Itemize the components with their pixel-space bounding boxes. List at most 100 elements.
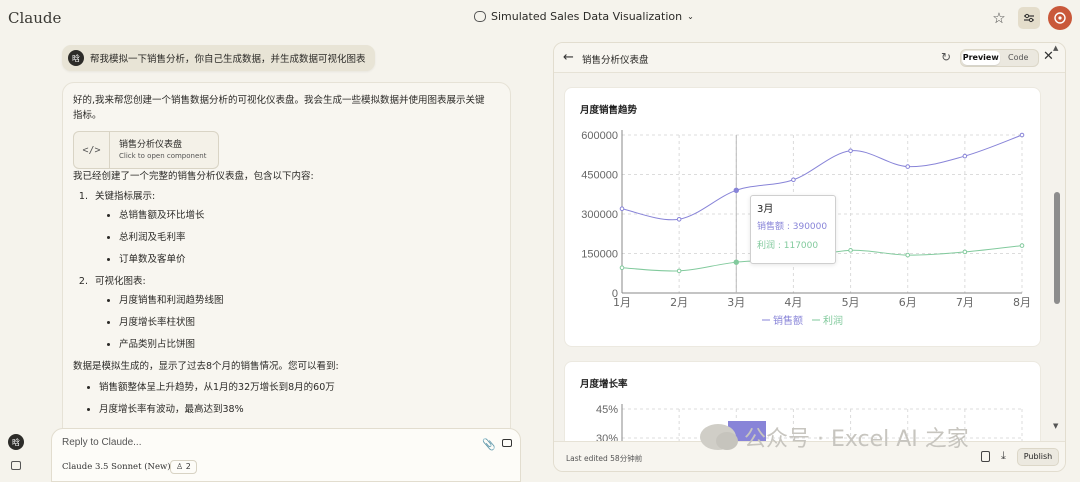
x-tick-label: 4月 xyxy=(784,296,802,309)
list-item: 月度增长率柱状图 xyxy=(119,315,500,330)
data-point xyxy=(733,187,739,194)
panel-footer: Last edited 58分钟前 ⤓ Publish xyxy=(554,441,1065,471)
star-icon[interactable]: ☆ xyxy=(988,7,1010,29)
settings-button[interactable] xyxy=(1018,7,1040,29)
data-point xyxy=(619,206,625,212)
artifact-title: 销售分析仪表盘 xyxy=(119,139,183,150)
artifact-subtitle: Click to open component xyxy=(119,151,207,160)
bar-chart: 45% 30% xyxy=(596,404,1023,441)
avatar[interactable]: 晗 xyxy=(8,434,24,450)
scrollbar[interactable]: ▲ ▼ xyxy=(1053,42,1061,430)
x-tick-label: 8月 xyxy=(1013,296,1031,309)
brand-logo[interactable]: Claude xyxy=(8,9,61,27)
x-tick-label: 7月 xyxy=(956,296,974,309)
assistant-summary: 我已经创建了一个完整的销售分析仪表盘，包含以下内容: xyxy=(73,171,314,182)
list-item: 销售额整体呈上升趋势，从1月的32万增长到8月的60万 xyxy=(99,380,500,395)
data-point xyxy=(619,265,625,271)
tooltip-label: 3月 xyxy=(757,204,774,215)
sliders-icon xyxy=(1024,13,1034,23)
y-tick-label: 30% xyxy=(596,433,618,441)
legend-label: 利润 xyxy=(823,314,843,327)
scroll-down-icon[interactable]: ▼ xyxy=(1053,422,1058,430)
panel-header: ← 销售分析仪表盘 ↻ Preview Code ✕ xyxy=(554,43,1065,73)
user-message-text: 帮我模拟一下销售分析，你自己生成数据，并生成数据可视化图表 xyxy=(90,54,366,65)
paperclip-icon[interactable]: 📎 xyxy=(482,438,496,451)
person-icon: ♙ xyxy=(176,462,184,471)
tooltip-profit: 利润 : 117000 xyxy=(757,241,819,251)
list-item: 总利润及毛利率 xyxy=(119,230,500,245)
data-point xyxy=(1019,243,1025,248)
download-icon[interactable]: ⤓ xyxy=(1001,449,1006,463)
avatar: 晗 xyxy=(68,50,84,66)
x-tick-label: 2月 xyxy=(670,296,688,309)
data-note: 数据是模拟生成的，显示了过去8个月的销售情况。您可以看到: xyxy=(73,361,339,372)
x-tick-label: 5月 xyxy=(842,296,860,309)
scroll-up-icon[interactable]: ▲ xyxy=(1053,44,1058,52)
sections-list: 关键指标展示: 总销售额及环比增长 总利润及毛利率 订单数及客单价 可视化图表:… xyxy=(73,189,500,352)
camera-icon[interactable] xyxy=(502,439,512,447)
conversation-title-text: Simulated Sales Data Visualization xyxy=(491,10,683,23)
list-item: 产品类别占比饼图 xyxy=(119,337,500,352)
style-badge[interactable]: ♙ 2 xyxy=(170,460,197,474)
data-point xyxy=(676,268,682,274)
list-item: 关键指标展示: 总销售额及环比增长 总利润及毛利率 订单数及客单价 xyxy=(91,189,500,267)
list-item: 订单数及客单价 xyxy=(119,252,500,267)
y-tick-label: 450000 xyxy=(581,170,618,182)
artifact-card[interactable]: </> 销售分析仪表盘 Click to open component xyxy=(73,131,219,169)
tab-code[interactable]: Code xyxy=(1000,51,1038,65)
data-point xyxy=(1019,132,1025,138)
chat-icon xyxy=(474,11,486,22)
x-tick-label: 1月 xyxy=(613,296,631,309)
refresh-icon[interactable]: ↻ xyxy=(941,50,951,64)
y-tick-label: 45% xyxy=(596,404,618,416)
chart-tooltip: 3月 销售额 : 390000 利润 : 117000 xyxy=(750,195,836,264)
model-selector[interactable]: Claude 3.5 Sonnet (New) xyxy=(62,462,171,472)
section-title: 可视化图表: xyxy=(95,276,146,287)
chevron-down-icon: ⌄ xyxy=(687,12,694,21)
back-arrow-icon[interactable]: ← xyxy=(563,50,574,65)
last-edited: Last edited 58分钟前 xyxy=(566,454,643,463)
sales-trend-card: 月度销售趋势 0 150000 300000 450000 600000 1月 2月 3月 4月… xyxy=(564,87,1041,347)
sidebar-toggle-icon[interactable] xyxy=(11,461,21,470)
x-tick-label: 3月 xyxy=(727,296,745,309)
publish-button[interactable]: Publish xyxy=(1017,448,1059,466)
list-item: 月度增长率有波动，最高达到38% xyxy=(99,402,500,417)
y-tick-label: 600000 xyxy=(581,130,618,142)
tooltip-sales: 销售额 : 390000 xyxy=(757,222,828,232)
top-bar: Claude Simulated Sales Data Visualizatio… xyxy=(0,0,1080,36)
bar xyxy=(728,421,766,441)
user-message: 晗 帮我模拟一下销售分析，你自己生成数据，并生成数据可视化图表 xyxy=(62,45,375,71)
data-point xyxy=(733,259,739,265)
view-toggle: Preview Code xyxy=(960,49,1039,67)
copy-icon[interactable] xyxy=(981,451,990,462)
data-point xyxy=(676,216,682,222)
growth-rate-card: 月度增长率 45% 30% xyxy=(564,361,1041,441)
section-title: 关键指标展示: xyxy=(95,191,156,202)
list-item: 总销售额及环比增长 xyxy=(119,208,500,223)
scrollbar-thumb[interactable] xyxy=(1054,192,1060,304)
reply-composer: 📎 Claude 3.5 Sonnet (New) ♙ 2 xyxy=(51,428,521,482)
artifact-panel: ← 销售分析仪表盘 ↻ Preview Code ✕ 月度销售趋势 0 15000… xyxy=(553,42,1066,472)
data-point xyxy=(848,148,853,154)
list-item: 可视化图表: 月度销售和利润趋势线图 月度增长率柱状图 产品类别占比饼图 xyxy=(91,274,500,352)
panel-title: 销售分析仪表盘 xyxy=(582,55,649,66)
x-tick-label: 6月 xyxy=(899,296,917,309)
reply-input[interactable] xyxy=(62,437,442,448)
y-tick-label: 300000 xyxy=(581,209,618,221)
data-point xyxy=(848,248,853,253)
data-point xyxy=(905,252,911,258)
tab-preview[interactable]: Preview xyxy=(962,51,1000,65)
y-tick-label: 150000 xyxy=(581,249,618,261)
style-count: 2 xyxy=(185,462,191,471)
legend-label: 销售额 xyxy=(773,314,803,327)
data-point xyxy=(962,249,968,255)
assistant-message: 好的,我来帮您创建一个销售数据分析的可视化仪表盘。我会生成一些模拟数据并使用图表… xyxy=(62,82,511,442)
user-avatar[interactable] xyxy=(1048,6,1072,30)
data-point xyxy=(962,153,968,159)
data-point xyxy=(905,164,911,169)
list-item: 月度销售和利润趋势线图 xyxy=(119,293,500,308)
preview-area: 月度销售趋势 0 150000 300000 450000 600000 1月 2月 3月 4月… xyxy=(554,73,1054,441)
conversation-title[interactable]: Simulated Sales Data Visualization ⌄ xyxy=(474,10,694,23)
data-point xyxy=(791,177,796,183)
assistant-intro: 好的,我来帮您创建一个销售数据分析的可视化仪表盘。我会生成一些模拟数据并使用图表… xyxy=(73,95,485,121)
